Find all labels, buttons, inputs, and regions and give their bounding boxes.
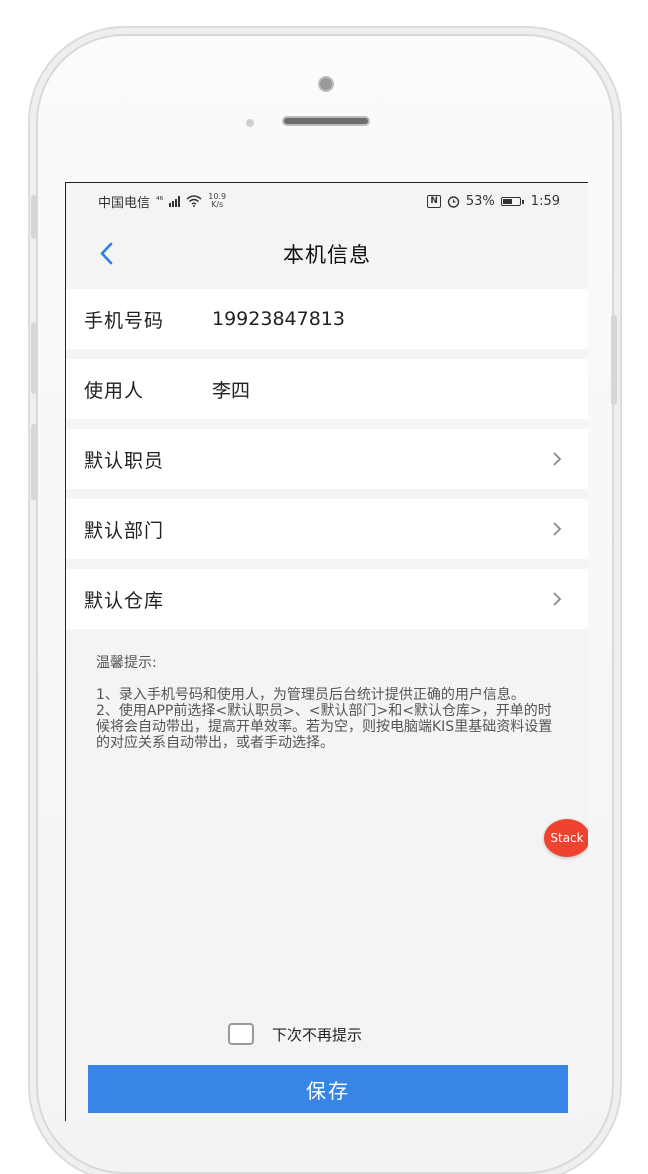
- default-department-label: 默认部门: [84, 519, 165, 542]
- phone-number-field[interactable]: 19923847813: [212, 308, 345, 330]
- alarm-icon: [447, 195, 460, 208]
- phone-power-button: [611, 315, 617, 405]
- app-screen: 中国电信 ⁴⁶ 10.9 K/s N 53% 1:59 本机信息 手机号码 19…: [65, 182, 588, 1121]
- tip-line-2: 2、使用APP前选择<默认职员>、<默认部门>和<默认仓库>，开单的时候将会自动…: [96, 703, 553, 751]
- save-button[interactable]: 保存: [88, 1065, 568, 1113]
- nfc-icon: N: [427, 194, 441, 208]
- user-label: 使用人: [84, 379, 145, 402]
- nav-bar: 本机信息: [66, 219, 588, 289]
- phone-side-button: [31, 195, 37, 239]
- user-field[interactable]: 李四: [212, 376, 250, 403]
- tips-title: 温馨提示:: [96, 655, 157, 671]
- default-department-row[interactable]: 默认部门: [66, 499, 588, 559]
- network-type: ⁴⁶: [156, 196, 164, 206]
- proximity-sensor: [246, 119, 254, 127]
- stack-floating-button[interactable]: Stack: [544, 819, 588, 857]
- network-speed: 10.9 K/s: [208, 193, 226, 209]
- default-staff-label: 默认职员: [84, 449, 165, 472]
- page-title: 本机信息: [283, 243, 371, 267]
- dont-show-again-checkbox[interactable]: [228, 1023, 254, 1045]
- default-staff-row[interactable]: 默认职员: [66, 429, 588, 489]
- tips-section: 温馨提示: 1、录入手机号码和使用人，为管理员后台统计提供正确的用户信息。 2、…: [66, 639, 588, 751]
- chevron-right-icon: [553, 592, 562, 606]
- phone-number-label: 手机号码: [84, 309, 165, 332]
- back-arrow-icon[interactable]: [92, 239, 122, 269]
- carrier-name: 中国电信: [98, 195, 151, 211]
- earpiece-speaker: [282, 116, 370, 126]
- chevron-right-icon: [553, 452, 562, 466]
- tip-line-1: 1、录入手机号码和使用人，为管理员后台统计提供正确的用户信息。: [96, 687, 525, 703]
- status-bar-right: N 53% 1:59: [427, 194, 560, 209]
- default-warehouse-label: 默认仓库: [84, 589, 165, 612]
- front-camera-icon: [318, 76, 334, 92]
- battery-percent: 53%: [465, 193, 495, 209]
- chevron-right-icon: [553, 522, 562, 536]
- phone-number-row[interactable]: 手机号码 19923847813: [66, 289, 588, 349]
- speed-unit: K/s: [211, 200, 224, 209]
- status-bar-left: 中国电信 ⁴⁶ 10.9 K/s: [98, 192, 226, 211]
- phone-volume-up-button: [31, 322, 37, 394]
- signal-icon: [169, 195, 181, 207]
- phone-volume-down-button: [31, 424, 37, 500]
- default-warehouse-row[interactable]: 默认仓库: [66, 569, 588, 629]
- clock-time: 1:59: [530, 193, 560, 209]
- dont-show-again-label: 下次不再提示: [272, 1025, 363, 1044]
- dont-show-again-option[interactable]: 下次不再提示: [228, 1023, 362, 1045]
- user-row[interactable]: 使用人 李四: [66, 359, 588, 419]
- battery-icon: [500, 196, 524, 206]
- wifi-icon: [186, 195, 202, 207]
- status-bar: 中国电信 ⁴⁶ 10.9 K/s N 53% 1:59: [66, 183, 588, 219]
